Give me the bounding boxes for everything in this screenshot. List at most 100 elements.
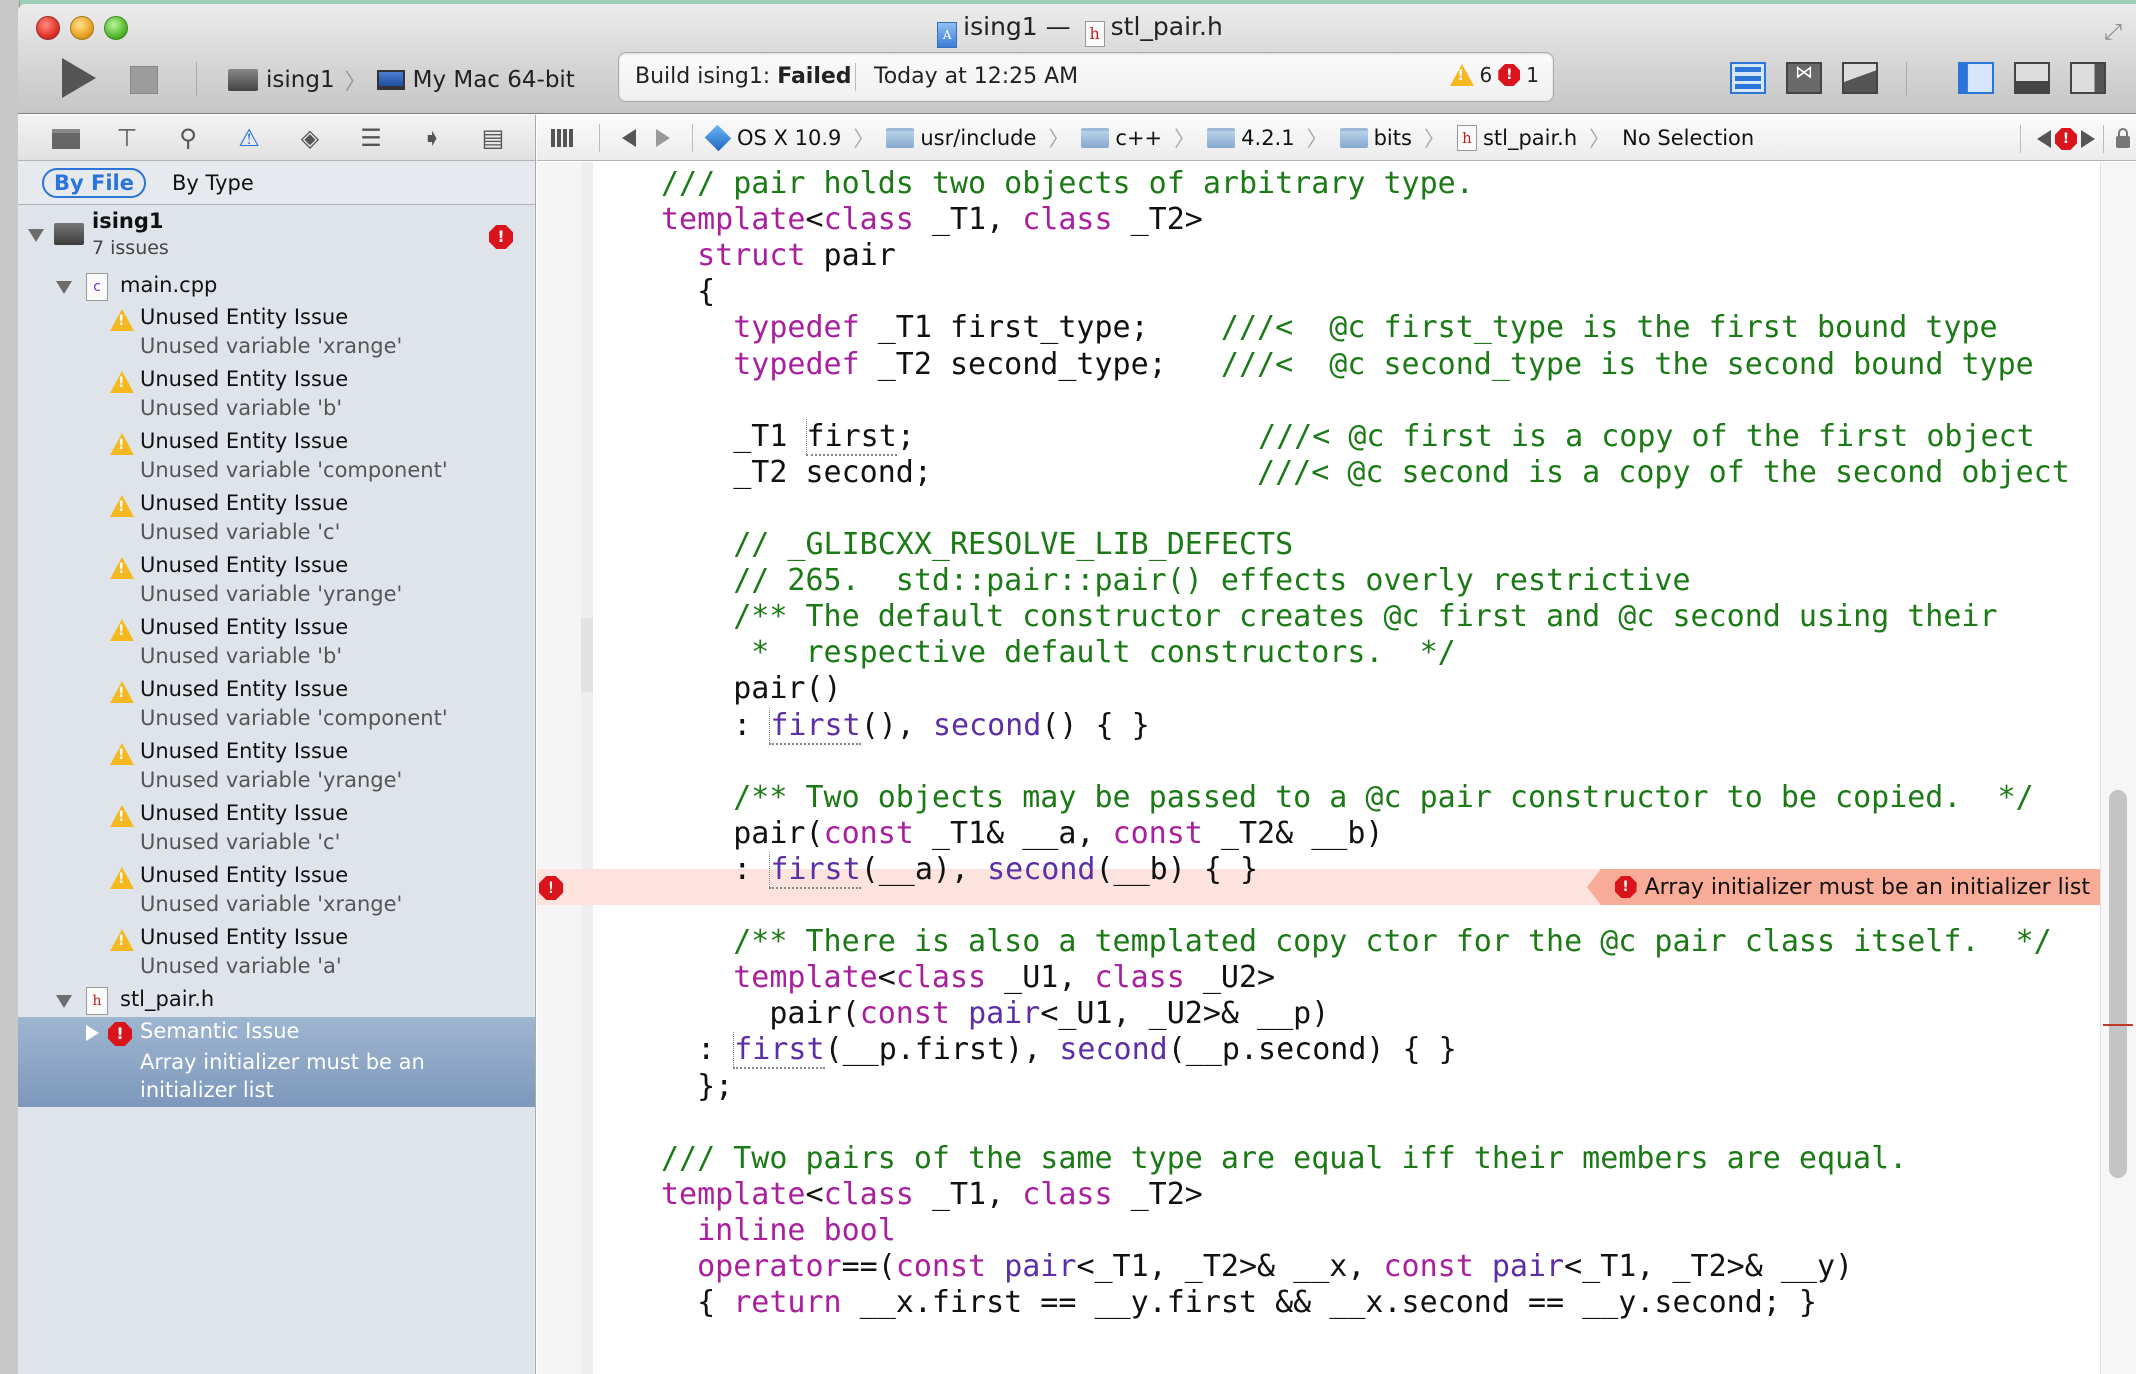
breadcrumb-item[interactable]: usr/include: [920, 126, 1036, 150]
code-line: /** There is also a templated copy ctor …: [661, 924, 2052, 960]
breadcrumb-item[interactable]: c++: [1115, 126, 1162, 150]
breadcrumb-item[interactable]: OS X 10.9: [737, 126, 841, 150]
issue-row[interactable]: Unused Entity Issue Unused variable 'comp…: [18, 427, 535, 489]
selected-issue-row[interactable]: ! Semantic Issue Array initializer must …: [18, 1017, 535, 1107]
code-token: ;: [896, 418, 1259, 454]
log-navigator-tab[interactable]: ▤: [479, 125, 507, 151]
previous-issue-icon[interactable]: [2037, 130, 2051, 148]
symbol-navigator-tab[interactable]: ⊤: [113, 125, 141, 151]
toggle-navigator-button[interactable]: [1958, 62, 1994, 94]
issue-row[interactable]: Unused Entity Issue Unused variable 'comp…: [18, 675, 535, 737]
issue-row[interactable]: Unused Entity Issue Unused variable 'b': [18, 365, 535, 427]
code-keyword: bool: [823, 1212, 896, 1248]
code-member: first: [769, 851, 861, 889]
project-navigator-tab[interactable]: [52, 128, 80, 149]
breadcrumb-item[interactable]: No Selection: [1622, 126, 1754, 150]
issue-message: Unused variable 'b': [140, 644, 343, 668]
code-editor[interactable]: ! /// pair holds two objects of arbitrar…: [537, 162, 2100, 1374]
by-file-button[interactable]: By File: [42, 167, 146, 198]
code-line: pair(const _T1& __a, const _T2& __b): [661, 816, 1383, 852]
issue-counts[interactable]: 6 ! 1: [1449, 63, 1539, 87]
version-editor-button[interactable]: [1842, 62, 1878, 94]
warning-icon: [110, 619, 134, 641]
related-items-icon[interactable]: [551, 128, 573, 147]
issue-title: Unused Entity Issue: [140, 863, 349, 887]
code-token: (),: [860, 707, 933, 743]
xcode-window: Aising1 — h stl_pair.h ⤢ ising1 〉 My Mac …: [18, 4, 2136, 1374]
next-issue-icon[interactable]: [2081, 130, 2095, 148]
code-token: _T1,: [913, 202, 1023, 238]
window-title-file: stl_pair.h: [1110, 12, 1223, 41]
standard-editor-button[interactable]: [1730, 62, 1766, 94]
code-token: __x.first == __y.first && __x.second == …: [841, 1285, 1817, 1321]
test-navigator-tab[interactable]: ◈: [296, 125, 324, 151]
stop-button[interactable]: [130, 66, 158, 94]
code-line: struct pair: [661, 238, 896, 274]
issue-row[interactable]: Unused Entity Issue Unused variable 'a': [18, 923, 535, 985]
lock-icon[interactable]: [2116, 128, 2130, 148]
project-name: ising1: [92, 209, 164, 233]
breadcrumb-item[interactable]: stl_pair.h: [1483, 126, 1577, 150]
file-row-stl-pair-h[interactable]: h stl_pair.h: [18, 985, 535, 1017]
issue-row[interactable]: Unused Entity Issue Unused variable 'b': [18, 613, 535, 675]
header-file-icon: h: [86, 987, 108, 1015]
issue-row[interactable]: Unused Entity Issue Unused variable 'xran…: [18, 861, 535, 923]
code-token: _T1 first_type;: [859, 310, 1221, 346]
code-line: : first(__p.first), second(__p.second) {…: [661, 1032, 1457, 1070]
issue-row[interactable]: Unused Entity Issue Unused variable 'c': [18, 799, 535, 861]
code-token: _T2 second;: [661, 454, 1258, 490]
breadcrumb-item[interactable]: bits: [1374, 126, 1412, 150]
build-status-result: Failed: [777, 64, 852, 89]
debug-navigator-tab[interactable]: ☰: [357, 125, 385, 151]
main-cpp-issues: Unused Entity Issue Unused variable 'xran…: [18, 303, 535, 985]
chevron-right-icon: 〉: [1306, 126, 1328, 151]
error-icon[interactable]: !: [2055, 128, 2077, 150]
issue-row[interactable]: Unused Entity Issue Unused variable 'xran…: [18, 303, 535, 365]
code-comment: /// Two pairs of the same type are equal…: [661, 1140, 1908, 1176]
code-keyword: class: [895, 960, 987, 996]
code-token: _T2>: [1112, 202, 1203, 238]
issue-row[interactable]: Unused Entity Issue Unused variable 'yran…: [18, 551, 535, 613]
activity-divider: [855, 63, 856, 91]
back-arrow-icon[interactable]: [622, 128, 636, 147]
vertical-scrollbar[interactable]: [2100, 162, 2136, 1374]
issue-row[interactable]: Unused Entity Issue Unused variable 'c': [18, 489, 535, 551]
jumpbar-divider: [2020, 125, 2021, 153]
code-comment: // _GLIBCXX_RESOLVE_LIB_DEFECTS: [733, 527, 1294, 562]
find-navigator-tab[interactable]: ⚲: [174, 125, 202, 151]
toggle-utilities-button[interactable]: [2070, 62, 2106, 94]
breakpoint-navigator-tab[interactable]: ➧: [418, 125, 446, 151]
code-comment: ///< @c first is a copy of the first obj…: [1258, 418, 2035, 454]
code-folding-ribbon[interactable]: [581, 162, 593, 1374]
error-message: Array initializer must be an initializer…: [1644, 874, 2090, 900]
scrollbar-thumb[interactable]: [2109, 790, 2127, 1178]
issue-navigator-tab[interactable]: ⚠: [235, 125, 263, 151]
forward-arrow-icon[interactable]: [656, 128, 670, 147]
toggle-debug-area-button[interactable]: [2014, 62, 2050, 94]
destination-name[interactable]: My Mac 64-bit: [413, 67, 575, 93]
breadcrumb-item[interactable]: 4.2.1: [1241, 126, 1294, 150]
code-member: pair: [1491, 1249, 1565, 1284]
assistant-editor-button[interactable]: [1786, 62, 1822, 94]
run-button[interactable]: [62, 58, 96, 98]
by-type-button[interactable]: By Type: [172, 171, 254, 195]
toolbar-divider: [1906, 62, 1907, 96]
disclosure-triangle-icon[interactable]: [56, 995, 72, 1008]
code-token: () { }: [1041, 707, 1150, 743]
disclosure-triangle-icon[interactable]: [86, 1025, 99, 1041]
scheme-selector[interactable]: ising1 〉 My Mac 64-bit: [228, 64, 575, 96]
fullscreen-icon[interactable]: ⤢: [2100, 20, 2126, 46]
issue-scope-bar: By File By Type: [18, 161, 535, 205]
file-row-main-cpp[interactable]: c main.cpp: [18, 271, 535, 303]
code-member: second: [987, 851, 1096, 887]
project-row[interactable]: ising1 7 issues !: [18, 205, 535, 271]
code-line: template<class _T1, class _T2>: [661, 202, 1203, 238]
disclosure-triangle-icon[interactable]: [56, 281, 72, 294]
error-message-bubble[interactable]: ! Array initializer must be an initializ…: [1586, 869, 2100, 905]
issue-row[interactable]: Unused Entity Issue Unused variable 'yran…: [18, 737, 535, 799]
disclosure-triangle-icon[interactable]: [28, 229, 44, 242]
code-keyword: class: [1022, 202, 1113, 238]
